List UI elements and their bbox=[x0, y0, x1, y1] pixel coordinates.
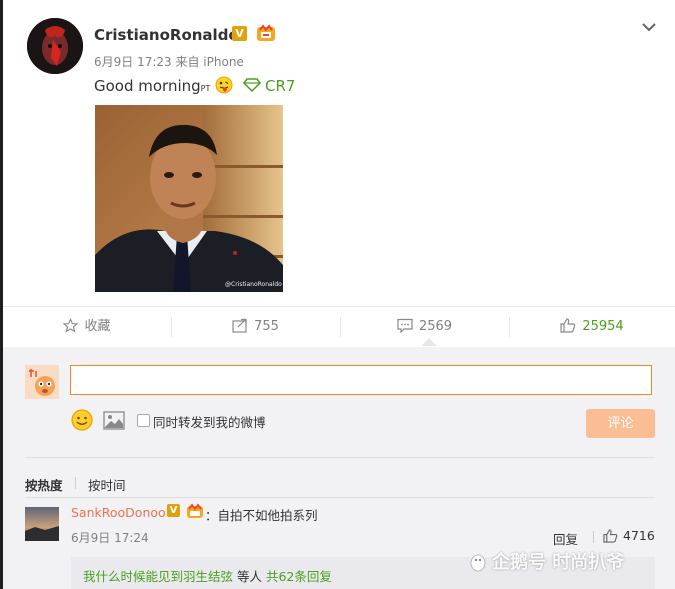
post-text: Good morningPT bbox=[94, 76, 233, 95]
sub-reply-count-link[interactable]: 共62条回复 bbox=[266, 569, 332, 584]
repost-checkbox[interactable] bbox=[137, 414, 150, 427]
sub-reply-user-link[interactable]: 我什么时候能见到羽生结弦 bbox=[83, 569, 233, 584]
tongue-emoji-icon bbox=[215, 76, 233, 94]
comment-reply-button[interactable]: 回复 bbox=[553, 529, 578, 548]
comment-pointer bbox=[421, 338, 437, 346]
comment-count: 2569 bbox=[418, 319, 453, 334]
repost-count: 755 bbox=[254, 319, 279, 334]
diamond-icon bbox=[243, 78, 261, 93]
comment-text: ：自拍不如他拍系列 bbox=[205, 508, 318, 523]
divider bbox=[25, 497, 655, 498]
post-menu-chevron-icon[interactable] bbox=[639, 19, 659, 35]
comment-icon bbox=[397, 318, 413, 334]
post-text-main: Good morning bbox=[94, 77, 201, 95]
comment-time: 6月9日 17:24 bbox=[71, 531, 149, 545]
divider bbox=[25, 457, 655, 458]
post-photo[interactable]: @CristianoRonaldo bbox=[95, 105, 283, 292]
user-avatar[interactable] bbox=[27, 18, 83, 74]
emoji-picker-icon[interactable] bbox=[71, 409, 93, 431]
thumbs-up-icon bbox=[603, 529, 618, 543]
photo-watermark: @CristianoRonaldo bbox=[225, 281, 282, 288]
comment-action-divider bbox=[593, 531, 594, 543]
image-watermark: 企鹅号 时尚扒爷 bbox=[468, 548, 624, 574]
comment-like-button[interactable]: 4716 bbox=[603, 528, 655, 543]
vip-badge-icon[interactable] bbox=[256, 24, 276, 42]
topic-text: CR7 bbox=[265, 77, 296, 95]
repost-checkbox-label[interactable]: 同时转发到我的微博 bbox=[153, 412, 266, 431]
sort-divider bbox=[75, 477, 76, 489]
watermark-text: 企鹅号 时尚扒爷 bbox=[492, 552, 625, 573]
sub-reply-text: 我什么时候能见到羽生结弦 等人 共62条回复 bbox=[83, 566, 332, 585]
weibo-post-card: CristianoRonaldo V 6月9日 17:23 来自 iPhone … bbox=[3, 0, 675, 589]
commenter-vip-badge-icon[interactable] bbox=[186, 503, 204, 519]
verified-badge-icon[interactable]: V bbox=[232, 26, 247, 41]
commenter-avatar[interactable] bbox=[25, 507, 59, 541]
post-text-flag: PT bbox=[200, 84, 211, 93]
commenter-username[interactable]: SankRooDonoo bbox=[71, 505, 166, 520]
star-icon bbox=[63, 318, 79, 333]
post-action-bar: 收藏 755 2569 25954 bbox=[3, 306, 675, 348]
favorite-button[interactable]: 收藏 bbox=[3, 307, 171, 347]
sort-by-hot-tab[interactable]: 按热度 bbox=[25, 475, 63, 494]
penguin-icon bbox=[470, 554, 486, 572]
comment-submit-button[interactable]: 评论 bbox=[586, 409, 655, 438]
like-button[interactable]: 25954 bbox=[509, 307, 675, 347]
topic-link[interactable]: CR7 bbox=[243, 77, 295, 95]
repost-icon bbox=[232, 318, 247, 333]
sort-by-time-tab[interactable]: 按时间 bbox=[88, 475, 126, 494]
post-username[interactable]: CristianoRonaldo bbox=[94, 26, 239, 44]
comment-like-count: 4716 bbox=[623, 528, 655, 543]
sub-reply-middle: 等人 bbox=[233, 569, 266, 584]
like-count: 25954 bbox=[582, 319, 624, 334]
post-meta: 6月9日 17:23 来自 iPhone bbox=[94, 55, 244, 69]
favorite-label: 收藏 bbox=[84, 319, 111, 334]
thumbs-up-icon bbox=[560, 318, 576, 333]
repost-button[interactable]: 755 bbox=[171, 307, 340, 347]
commenter-verified-badge-icon[interactable]: V bbox=[167, 504, 180, 517]
image-upload-icon[interactable] bbox=[103, 411, 125, 430]
comment-input[interactable] bbox=[70, 365, 652, 395]
my-avatar[interactable] bbox=[25, 365, 59, 399]
